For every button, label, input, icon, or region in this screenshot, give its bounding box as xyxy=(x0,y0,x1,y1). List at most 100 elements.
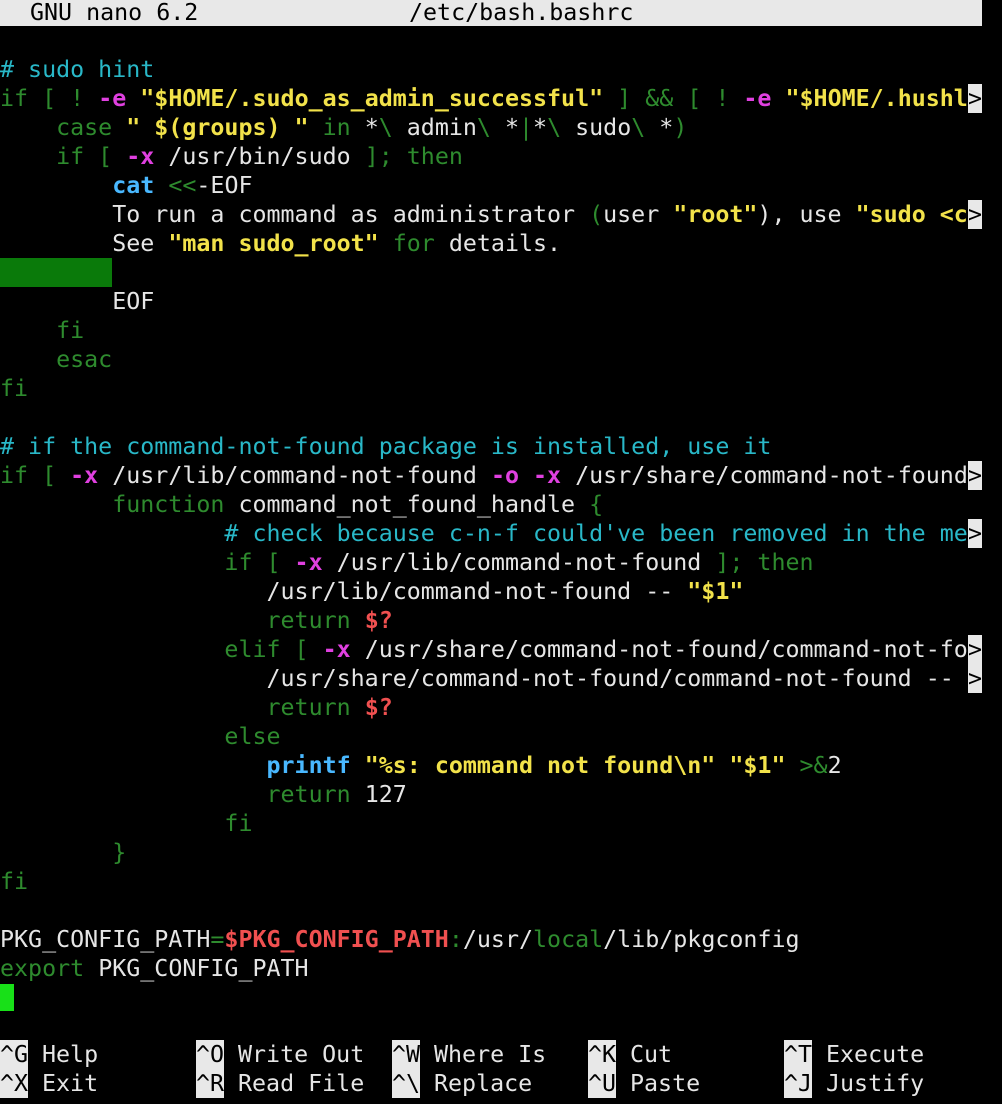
code-line[interactable]: if [ -x /usr/lib/command-not-found ]; th… xyxy=(0,548,982,577)
code-line[interactable]: fi xyxy=(0,809,982,838)
code-line[interactable]: elif [ -x /usr/share/command-not-found/c… xyxy=(0,635,982,664)
code-line[interactable]: # sudo hint xyxy=(0,55,982,84)
code-token: /lib/pkgconfig xyxy=(603,926,800,953)
code-token: ] && [ ! xyxy=(603,85,744,112)
code-line[interactable]: return $? xyxy=(0,693,982,722)
shortcut-execute[interactable]: ^T Execute xyxy=(784,1040,924,1069)
code-line[interactable]: See "man sudo_root" for details. xyxy=(0,229,982,258)
code-line[interactable]: if [ -x /usr/lib/command-not-found -o -x… xyxy=(0,461,982,490)
code-token: admin xyxy=(392,114,477,141)
code-token: /usr/bin/sudo xyxy=(154,143,365,170)
code-token: ) xyxy=(673,114,688,141)
line-truncated-marker: > xyxy=(968,635,982,664)
code-line[interactable]: To run a command as administrator (user … xyxy=(0,200,982,229)
code-line[interactable]: fi xyxy=(0,374,982,403)
shortcut-where-is[interactable]: ^W Where Is xyxy=(392,1040,546,1069)
code-token: $PKG_CONFIG_PATH xyxy=(224,926,449,953)
app-version: GNU nano 6.2 xyxy=(30,0,199,26)
code-line[interactable]: esac xyxy=(0,345,982,374)
code-line[interactable]: return $? xyxy=(0,606,982,635)
code-token: for xyxy=(378,230,449,257)
shortcut-replace[interactable]: ^\ Replace xyxy=(392,1069,532,1098)
code-token: cat xyxy=(112,172,155,199)
code-line[interactable]: export PKG_CONFIG_PATH xyxy=(0,954,982,983)
code-line[interactable]: return 127 xyxy=(0,780,982,809)
code-token: /usr/ xyxy=(462,926,534,953)
code-token: /usr/lib/command-not-found xyxy=(98,462,491,489)
code-token: "root" xyxy=(673,201,758,228)
code-token: " $(groups) " xyxy=(126,114,309,141)
shortcut-cut[interactable]: ^K Cut xyxy=(588,1040,672,1069)
shortcut-key: ^O xyxy=(196,1040,225,1069)
code-line[interactable]: # if the command-not-found package is in… xyxy=(0,432,982,461)
shortcut-justify[interactable]: ^J Justify xyxy=(784,1069,924,1098)
text-cursor xyxy=(0,984,14,1011)
code-line[interactable]: /usr/lib/command-not-found -- "$1" xyxy=(0,577,982,606)
code-token: fi xyxy=(0,868,29,895)
shortcut-paste[interactable]: ^U Paste xyxy=(588,1069,700,1098)
code-token: ), use xyxy=(757,201,856,228)
code-token: ( xyxy=(589,201,604,228)
code-line[interactable]: EOF xyxy=(0,287,982,316)
code-line[interactable]: fi xyxy=(0,867,982,896)
code-line[interactable]: if [ -x /usr/bin/sudo ]; then xyxy=(0,142,982,171)
code-token: << xyxy=(168,172,197,199)
code-token: # sudo hint xyxy=(0,56,155,83)
code-token: /usr/share/command-not-found/command-not… xyxy=(350,636,968,663)
code-line[interactable]: else xyxy=(0,722,982,751)
code-token: See xyxy=(0,230,169,257)
code-token: : xyxy=(448,926,463,953)
line-truncated-marker: > xyxy=(968,200,982,229)
shortcut-key: ^G xyxy=(0,1040,29,1069)
code-line[interactable]: /usr/share/command-not-found/command-not… xyxy=(0,664,982,693)
code-token: fi xyxy=(0,317,85,344)
shortcut-label: Where Is xyxy=(434,1041,547,1068)
code-token: return xyxy=(0,781,365,808)
code-token: \ xyxy=(631,114,646,141)
code-token: command_not_found_handle xyxy=(238,491,590,518)
code-token: local xyxy=(533,926,604,953)
code-line[interactable] xyxy=(0,403,982,432)
code-line[interactable]: } xyxy=(0,838,982,867)
code-token: fi xyxy=(0,810,253,837)
shortcut-label: Help xyxy=(42,1041,99,1068)
code-line[interactable]: fi xyxy=(0,316,982,345)
code-token: /usr/share/command-not-found/command-not… xyxy=(0,665,968,692)
code-line[interactable] xyxy=(0,896,982,925)
code-line[interactable]: if [ ! -e "$HOME/.sudo_as_admin_successf… xyxy=(0,84,982,113)
shortcut-read-file[interactable]: ^R Read File xyxy=(196,1069,364,1098)
code-token: -x xyxy=(126,143,155,170)
code-token: ]; then xyxy=(715,549,814,576)
editor-area[interactable]: # sudo hint if [ ! -e "$HOME/.sudo_as_adm… xyxy=(0,55,982,1012)
code-line[interactable]: PKG_CONFIG_PATH=$PKG_CONFIG_PATH:/usr/lo… xyxy=(0,925,982,954)
code-token: # if the command-not-found package is in… xyxy=(0,433,772,460)
shortcut-label: Read File xyxy=(238,1070,365,1097)
file-name: /etc/bash.bashrc xyxy=(409,0,634,26)
code-token: if [ ! xyxy=(0,85,99,112)
code-token: else xyxy=(0,723,281,750)
code-line[interactable] xyxy=(0,983,982,1012)
terminal-window: GNU nano 6.2 /etc/bash.bashrc # sudo hin… xyxy=(0,0,1002,1104)
code-token: "man sudo_root" xyxy=(168,230,379,257)
code-line[interactable]: # check because c-n-f could've been remo… xyxy=(0,519,982,548)
code-token: } xyxy=(0,839,127,866)
shortcut-exit[interactable]: ^X Exit xyxy=(0,1069,98,1098)
shortcut-help[interactable]: ^G Help xyxy=(0,1040,98,1069)
code-line[interactable]: cat <<-EOF xyxy=(0,171,982,200)
shortcut-label: Write Out xyxy=(238,1041,365,1068)
code-token: if [ xyxy=(0,143,127,170)
shortcut-key: ^T xyxy=(784,1040,813,1069)
code-line[interactable]: printf "%s: command not found\n" "$1" >&… xyxy=(0,751,982,780)
code-token: esac xyxy=(0,346,113,373)
code-line[interactable] xyxy=(0,258,982,287)
code-token: -e xyxy=(98,85,127,112)
code-token: /usr/lib/command-not-found -- xyxy=(0,578,688,605)
shortcut-write-out[interactable]: ^O Write Out xyxy=(196,1040,364,1069)
code-line[interactable]: function command_not_found_handle { xyxy=(0,490,982,519)
code-line[interactable]: case " $(groups) " in *\ admin\ *|*\ sud… xyxy=(0,113,982,142)
